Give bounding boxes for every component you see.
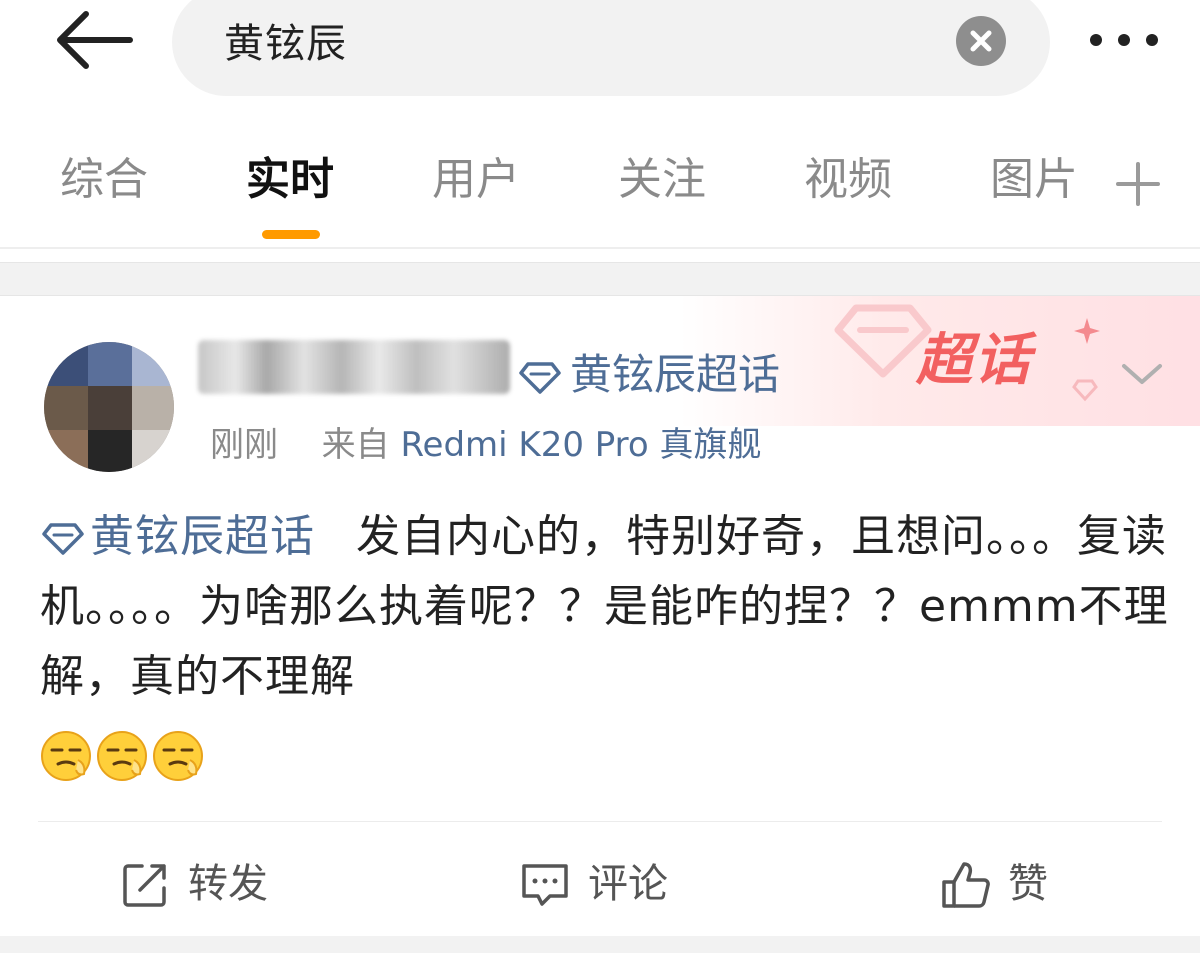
comment-label: 评论 (588, 861, 668, 907)
repost-label: 转发 (188, 861, 268, 907)
section-gap (0, 262, 1200, 296)
emoji-row (40, 730, 208, 786)
tab-images[interactable]: 图片 (990, 150, 1078, 210)
more-dots-icon (1090, 34, 1102, 46)
doge-sleepy-emoji (152, 730, 204, 782)
avatar[interactable] (44, 342, 174, 472)
active-tab-indicator (262, 230, 320, 239)
post-source[interactable]: Redmi K20 Pro 真旗舰 (400, 425, 761, 465)
more-options-button[interactable] (1084, 20, 1166, 60)
thumbs-up-icon (942, 862, 990, 908)
arrow-left-icon (57, 11, 133, 69)
post-body: 黄铉辰超话 发自内心的，特别好奇，且想问。。。复读机。。。。为啥那么执着呢？？是… (40, 502, 1170, 712)
tab-following[interactable]: 关注 (618, 150, 706, 210)
back-button[interactable] (52, 8, 136, 72)
topic-tag[interactable]: 黄铉辰超话 (40, 511, 315, 562)
expand-menu-button[interactable] (1118, 354, 1166, 394)
comment-button[interactable]: 评论 (520, 854, 720, 914)
diamond-icon (519, 361, 561, 394)
post-time: 刚刚 (210, 425, 278, 465)
supertopic-badge: 超话 (916, 328, 1032, 393)
tab-videos[interactable]: 视频 (804, 150, 892, 210)
source-prefix: 来自 (321, 425, 390, 465)
diamond-icon (42, 523, 84, 555)
search-bar[interactable]: 黄铉辰 (172, 0, 1050, 96)
card-divider (38, 821, 1162, 822)
search-input[interactable]: 黄铉辰 (224, 16, 347, 72)
doge-sleepy-emoji (40, 730, 92, 782)
share-square-icon (123, 864, 166, 907)
plus-icon (1116, 162, 1160, 206)
like-button[interactable]: 赞 (940, 854, 1100, 914)
tab-users[interactable]: 用户 (432, 150, 520, 210)
chevron-down-icon (1122, 364, 1162, 384)
search-tabs: 综合 实时 用户 关注 视频 图片 (0, 130, 1200, 240)
post-card[interactable]: 超话 黄铉辰超话 刚刚 来自 Redmi K20 Pro 真旗舰 黄铉辰超话 发… (0, 296, 1200, 936)
supertopic-name[interactable]: 黄铉辰超话 (570, 350, 780, 399)
username-blurred[interactable] (198, 340, 510, 394)
section-gap (0, 936, 1200, 953)
supertopic-link[interactable]: 黄铉辰超话 (518, 346, 780, 404)
doge-sleepy-emoji (96, 730, 148, 782)
tab-comprehensive[interactable]: 综合 (60, 150, 148, 210)
post-meta: 刚刚 来自 Redmi K20 Pro 真旗舰 (210, 420, 762, 470)
clear-search-button[interactable] (956, 16, 1006, 66)
comment-bubble-icon (522, 864, 568, 906)
tab-realtime[interactable]: 实时 (246, 150, 334, 210)
like-label: 赞 (1008, 861, 1048, 907)
top-bar: 黄铉辰 (0, 0, 1200, 110)
add-tab-button[interactable] (1114, 160, 1162, 208)
topic-tag-label[interactable]: 黄铉辰超话 (90, 511, 315, 562)
sparkle-icon (1074, 318, 1100, 344)
repost-button[interactable]: 转发 (120, 854, 320, 914)
close-icon (970, 30, 992, 52)
diamond-small-icon (1072, 379, 1098, 402)
divider (0, 247, 1200, 249)
